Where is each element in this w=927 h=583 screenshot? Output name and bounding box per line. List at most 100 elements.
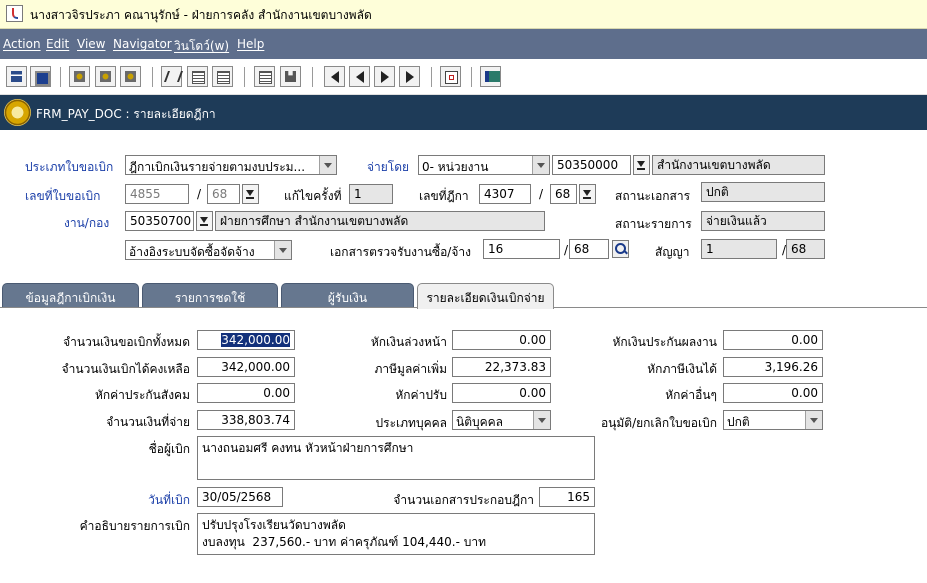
window-title: นางสาวจิรประภา คณานุรักษ์ - ฝ่ายการคลัง …: [30, 8, 372, 22]
advance-deduct-label: หักเงินล่วงหน้า: [370, 335, 447, 349]
unit-code-field[interactable]: 50350700: [125, 211, 194, 231]
slash-separator: /: [564, 243, 569, 257]
total-request-field[interactable]: 342,000.00: [197, 330, 295, 350]
delete-record-icon[interactable]: [440, 66, 461, 87]
list-icon[interactable]: [254, 66, 275, 87]
form-header: FRM_PAY_DOC : รายละเอียดฎีกา: [0, 95, 927, 130]
dika-no-year-field[interactable]: 68: [550, 184, 577, 204]
pay-amount-field[interactable]: 338,803.74: [197, 410, 295, 430]
chevron-down-icon[interactable]: [319, 156, 336, 174]
contract-no-field: 1: [701, 239, 777, 259]
chevron-down-icon[interactable]: [533, 411, 550, 429]
vat-field[interactable]: 22,373.83: [452, 357, 551, 377]
pay-by-name-field: สำนักงานเขตบางพลัด: [652, 155, 825, 175]
lov-icon[interactable]: [242, 184, 259, 204]
save-icon[interactable]: [30, 66, 51, 87]
first-record-icon[interactable]: [324, 66, 345, 87]
chevron-down-icon[interactable]: [805, 411, 822, 429]
slash-separator: /: [197, 187, 202, 201]
pay-by-code-field[interactable]: 50350000: [552, 155, 631, 175]
paste-icon[interactable]: [212, 66, 233, 87]
toolbar-separator: [60, 67, 61, 87]
pay-by-value: 0- หน่วยงาน: [422, 160, 489, 174]
menu-edit[interactable]: Edit: [46, 37, 69, 51]
menu-window[interactable]: วินโดว์(w): [174, 37, 229, 56]
advance-deduct-field[interactable]: 0.00: [452, 330, 551, 350]
form-title: FRM_PAY_DOC : รายละเอียดฎีกา: [36, 107, 216, 121]
menu-action[interactable]: Action: [3, 37, 41, 51]
performance-deduct-label: หักเงินประกันผลงาน: [612, 335, 717, 349]
chevron-down-icon[interactable]: [274, 241, 291, 259]
lov-icon[interactable]: [579, 184, 596, 204]
execute-query-icon[interactable]: [95, 66, 116, 87]
doc-no-field[interactable]: 4855: [125, 184, 189, 204]
doc-status-label: สถานะเอกสาร: [615, 189, 691, 203]
toolbar-separator: [431, 67, 432, 87]
doc-no-year-field[interactable]: 68: [207, 184, 240, 204]
pay-amount-label: จำนวนเงินที่จ่าย: [106, 415, 190, 429]
doc-type-select[interactable]: ฎีกาเบิกเงินรายจ่ายตามงบประม...: [125, 155, 337, 175]
person-type-value: นิติบุคคล: [456, 415, 504, 429]
pay-by-label: จ่ายโดย: [367, 160, 410, 174]
approve-label: อนุมัติ/ยกเลิกใบขอเบิก: [600, 416, 717, 430]
unit-name-field: ฝ่ายการศึกษา สำนักงานเขตบางพลัด: [215, 211, 545, 231]
slash-separator: /: [539, 187, 544, 201]
person-type-select[interactable]: นิติบุคคล: [452, 410, 551, 430]
lov-icon[interactable]: [196, 211, 213, 231]
exit-icon[interactable]: [480, 66, 501, 87]
receipt-doc-label: เอกสารตรวจรับงานซื้อ/จ้าง: [330, 245, 471, 259]
social-security-label: หักค่าประกันสังคม: [94, 388, 190, 402]
magnifier-icon[interactable]: [612, 240, 629, 258]
desc-label: คำอธิบายรายการเบิก: [79, 519, 190, 533]
menu-navigator[interactable]: Navigator: [113, 37, 172, 51]
contract-label: สัญญา: [655, 245, 690, 259]
attach-count-field[interactable]: 165: [539, 487, 595, 507]
doc-type-label: ประเภทใบขอเบิก: [25, 160, 114, 174]
date-field[interactable]: 30/05/2568: [197, 487, 283, 507]
receipt-doc-year-field[interactable]: 68: [569, 239, 609, 259]
tab-payee[interactable]: ผู้รับเงิน: [281, 283, 414, 307]
total-request-value: 342,000.00: [221, 333, 290, 347]
desc-field[interactable]: ปรับปรุงโรงเรียนวัดบางพลัด งบลงทุน 237,5…: [197, 513, 595, 555]
ref-system-select[interactable]: อ้างอิงระบบจัดซื้อจัดจ้าง: [125, 240, 292, 260]
next-record-icon[interactable]: [374, 66, 395, 87]
requester-field[interactable]: นางถนอมศรี คงทน หัวหน้าฝ่ายการศึกษา: [197, 436, 595, 480]
person-type-label: ประเภทบุคคล: [375, 416, 447, 430]
toolbar-separator: [152, 67, 153, 87]
copy-icon[interactable]: [187, 66, 208, 87]
cancel-query-icon[interactable]: [120, 66, 141, 87]
menu-view[interactable]: View: [77, 37, 105, 51]
total-request-label: จำนวนเงินขอเบิกทั้งหมด: [63, 335, 190, 349]
doc-no-label: เลขที่ใบขอเบิก: [25, 189, 101, 203]
income-tax-field[interactable]: 3,196.26: [723, 357, 823, 377]
approve-select[interactable]: ปกติ: [723, 410, 823, 430]
tab-payment-details[interactable]: รายละเอียดเงินเบิกจ่าย: [417, 283, 554, 309]
menu-bar: Action Edit View Navigator วินโดว์(w) He…: [0, 29, 927, 59]
unit-label: งาน/กอง: [64, 216, 110, 230]
edit-icon[interactable]: [280, 66, 301, 87]
tab-dika-info[interactable]: ข้อมูลฎีกาเบิกเงิน: [2, 283, 139, 307]
contract-year-field: 68: [786, 239, 825, 259]
lov-icon[interactable]: [633, 155, 650, 175]
doc-type-value: ฎีกาเบิกเงินรายจ่ายตามงบประม...: [129, 160, 306, 174]
menu-help[interactable]: Help: [237, 37, 264, 51]
cut-icon[interactable]: [161, 66, 182, 87]
item-status-label: สถานะรายการ: [615, 217, 692, 231]
fine-label: หักค่าปรับ: [395, 388, 447, 402]
performance-deduct-field[interactable]: 0.00: [723, 330, 823, 350]
receipt-doc-no-field[interactable]: 16: [483, 239, 560, 259]
last-record-icon[interactable]: [399, 66, 420, 87]
pay-by-select[interactable]: 0- หน่วยงาน: [418, 155, 550, 175]
bma-seal-icon: [4, 99, 31, 126]
print-icon[interactable]: [6, 66, 27, 87]
tab-compensation[interactable]: รายการชดใช้: [142, 283, 278, 307]
remaining-field[interactable]: 342,000.00: [197, 357, 295, 377]
fine-field[interactable]: 0.00: [452, 383, 551, 403]
chevron-down-icon[interactable]: [532, 156, 549, 174]
toolbar-separator: [312, 67, 313, 87]
previous-record-icon[interactable]: [349, 66, 370, 87]
social-security-field[interactable]: 0.00: [197, 383, 295, 403]
other-deduct-field[interactable]: 0.00: [723, 383, 823, 403]
dika-no-field[interactable]: 4307: [479, 184, 531, 204]
query-icon[interactable]: [69, 66, 90, 87]
